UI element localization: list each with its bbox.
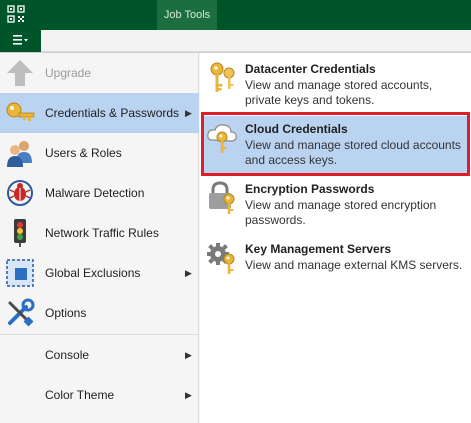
menu-item-label: Upgrade — [45, 66, 92, 80]
submenu-item-description: View and manage stored accounts, private… — [245, 78, 433, 107]
key-icon — [0, 93, 40, 133]
ribbon-row — [0, 30, 471, 52]
hamburger-dropdown-icon — [11, 34, 31, 49]
submenu-item-cloud-credentials[interactable]: Cloud Credentials View and manage stored… — [203, 116, 469, 174]
menu-item-label: Options — [45, 306, 87, 320]
cloud-key-icon — [205, 120, 241, 156]
menu-item-label: Malware Detection — [45, 186, 145, 200]
submenu-item-title: Key Management Servers — [245, 242, 392, 256]
main-menu-dropdown: Upgrade Credentials & Passwords ▶ Users … — [0, 52, 471, 423]
submenu-item-encryption-passwords[interactable]: Encryption Passwords View and manage sto… — [203, 176, 469, 234]
traffic-light-icon — [0, 213, 40, 253]
exclusions-icon — [0, 253, 40, 293]
submenu-item-datacenter-credentials[interactable]: Datacenter Credentials View and manage s… — [203, 56, 469, 114]
job-tools-tab[interactable]: Job Tools — [157, 0, 217, 30]
console-blank-icon — [0, 335, 40, 375]
menu-item-global-exclusions[interactable]: Global Exclusions ▶ — [0, 253, 199, 293]
menu-item-label: Global Exclusions — [45, 266, 141, 280]
qr-grid-icon[interactable] — [6, 4, 26, 24]
gear-key-icon — [205, 240, 241, 276]
submenu-arrow-icon: ▶ — [185, 389, 192, 400]
menu-item-malware-detection[interactable]: Malware Detection — [0, 173, 199, 213]
color-theme-blank-icon — [0, 375, 40, 415]
menu-item-upgrade[interactable]: Upgrade — [0, 53, 199, 93]
menu-item-label: Users & Roles — [45, 146, 122, 160]
users-icon — [0, 133, 40, 173]
menu-item-credentials-passwords[interactable]: Credentials & Passwords ▶ — [0, 93, 199, 133]
lock-key-icon — [205, 180, 241, 216]
submenu-arrow-icon: ▶ — [185, 107, 192, 118]
menu-item-options[interactable]: Options — [0, 293, 199, 333]
menu-item-users-roles[interactable]: Users & Roles — [0, 133, 199, 173]
credentials-submenu: Datacenter Credentials View and manage s… — [200, 53, 471, 423]
menu-item-label: Color Theme — [45, 388, 115, 402]
submenu-item-key-management-servers[interactable]: Key Management Servers View and manage e… — [203, 236, 469, 294]
submenu-item-title: Datacenter Credentials — [245, 62, 376, 76]
submenu-item-description: View and manage stored encryption passwo… — [245, 198, 437, 227]
submenu-arrow-icon: ▶ — [185, 267, 192, 278]
menu-item-label: Console — [45, 348, 90, 362]
menu-item-label: Credentials & Passwords — [45, 106, 180, 120]
submenu-arrow-icon: ▶ — [185, 349, 192, 360]
title-bar: Job Tools — [0, 0, 471, 30]
keys-icon — [205, 60, 241, 96]
submenu-item-description: View and manage stored cloud accounts an… — [245, 138, 461, 167]
malware-bug-icon — [0, 173, 40, 213]
submenu-item-title: Cloud Credentials — [245, 122, 348, 136]
wrench-screwdriver-icon — [0, 293, 40, 333]
main-menu-left-pane: Upgrade Credentials & Passwords ▶ Users … — [0, 53, 199, 423]
menu-item-color-theme[interactable]: Color Theme ▶ — [0, 375, 199, 415]
menu-item-console[interactable]: Console ▶ — [0, 335, 199, 375]
menu-item-label: Network Traffic Rules — [45, 226, 159, 240]
submenu-item-title: Encryption Passwords — [245, 182, 375, 196]
upgrade-arrow-icon — [0, 53, 40, 93]
submenu-item-description: View and manage external KMS servers. — [245, 258, 463, 272]
menu-item-network-traffic-rules[interactable]: Network Traffic Rules — [0, 213, 199, 253]
main-menu-button[interactable] — [0, 30, 41, 52]
